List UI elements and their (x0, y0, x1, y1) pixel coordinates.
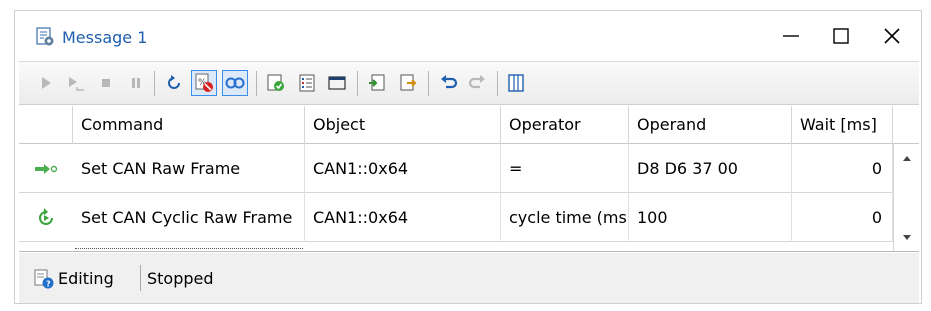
columns-button[interactable] (503, 70, 529, 96)
column-header-operator[interactable]: Operator (501, 106, 629, 144)
grid-header: Command Object Operator Operand Wait [ms… (19, 106, 919, 144)
toolbar-separator (154, 71, 155, 96)
chevron-up-icon (903, 156, 911, 161)
reset-icon (168, 75, 180, 89)
properties-button[interactable] (294, 70, 320, 96)
columns-icon (508, 74, 524, 92)
close-button[interactable] (869, 19, 915, 53)
scroll-down-button[interactable] (894, 228, 920, 248)
vertical-scrollbar[interactable] (893, 144, 919, 251)
play-icon (42, 77, 51, 89)
disable-message-icon: % (195, 73, 213, 92)
message-window: Message 1 % Command Object Operator Oper… (14, 10, 922, 304)
pause-icon (132, 78, 140, 88)
column-header-object[interactable]: Object (305, 106, 501, 144)
cell-wait[interactable]: 0 (792, 144, 893, 193)
status-state: Stopped (147, 269, 214, 288)
toolbar-separator (256, 71, 257, 96)
toolbar-separator (357, 71, 358, 96)
step-icon (69, 77, 84, 91)
window-title: Message 1 (62, 28, 148, 47)
toolbar-separator (497, 71, 498, 96)
cell-operator[interactable]: cycle time (ms) (501, 193, 629, 242)
cell-command[interactable]: Set CAN Cyclic Raw Frame (73, 193, 305, 242)
toolbar-separator (428, 71, 429, 96)
folder-icon (328, 76, 346, 90)
status-mode: Editing (58, 269, 114, 288)
cell-command[interactable]: Set CAN Raw Frame (73, 144, 305, 193)
properties-icon (299, 74, 315, 92)
loop-button[interactable] (222, 70, 248, 96)
toolbar: % (19, 61, 919, 105)
check-document-button[interactable] (263, 70, 289, 96)
column-header-operand[interactable]: Operand (629, 106, 792, 144)
title-bar: Message 1 (15, 11, 921, 59)
cell-object[interactable]: CAN1::0x64 (305, 144, 501, 193)
status-bar: ? Editing Stopped (19, 253, 919, 303)
scroll-up-button[interactable] (894, 148, 920, 168)
cell-object[interactable]: CAN1::0x64 (305, 193, 501, 242)
redo-icon (468, 75, 485, 89)
stop-icon (102, 79, 110, 87)
message-document-icon (35, 27, 55, 47)
loop-icon (225, 77, 245, 89)
table-row[interactable]: Set CAN Cyclic Raw Frame CAN1::0x64 cycl… (19, 193, 919, 242)
export-icon (400, 74, 417, 91)
stop-button[interactable] (93, 70, 119, 96)
focus-indicator (75, 248, 303, 249)
import-icon (369, 74, 385, 91)
disable-message-button[interactable]: % (191, 70, 217, 96)
minimize-button[interactable] (768, 19, 814, 53)
minimize-icon (783, 35, 799, 37)
status-separator (140, 265, 141, 291)
editing-status-icon: ? (33, 268, 55, 290)
folder-button[interactable] (324, 70, 350, 96)
undo-button[interactable] (435, 70, 461, 96)
column-header-wait[interactable]: Wait [ms] (792, 106, 893, 144)
cell-operand[interactable]: 100 (629, 193, 792, 242)
chevron-down-icon (903, 235, 911, 240)
close-icon (884, 28, 900, 44)
undo-icon (441, 75, 458, 89)
play-button[interactable] (33, 70, 59, 96)
maximize-button[interactable] (818, 19, 864, 53)
cell-wait[interactable]: 0 (792, 193, 893, 242)
svg-text:?: ? (46, 280, 51, 289)
check-document-icon (267, 74, 284, 91)
cell-operand[interactable]: D8 D6 37 00 (629, 144, 792, 193)
maximize-icon (833, 28, 849, 44)
command-grid: Command Object Operator Operand Wait [ms… (19, 106, 919, 252)
redo-button[interactable] (465, 70, 491, 96)
reset-button[interactable] (161, 70, 187, 96)
pause-button[interactable] (123, 70, 149, 96)
step-button[interactable] (63, 70, 89, 96)
table-row[interactable]: Set CAN Raw Frame CAN1::0x64 = D8 D6 37 … (19, 144, 919, 193)
import-button[interactable] (364, 70, 390, 96)
header-icon-column (19, 106, 73, 144)
cell-operator[interactable]: = (501, 144, 629, 193)
send-arrow-icon (19, 144, 73, 193)
export-button[interactable] (395, 70, 421, 96)
column-header-command[interactable]: Command (73, 106, 305, 144)
cyclic-icon (19, 193, 73, 242)
